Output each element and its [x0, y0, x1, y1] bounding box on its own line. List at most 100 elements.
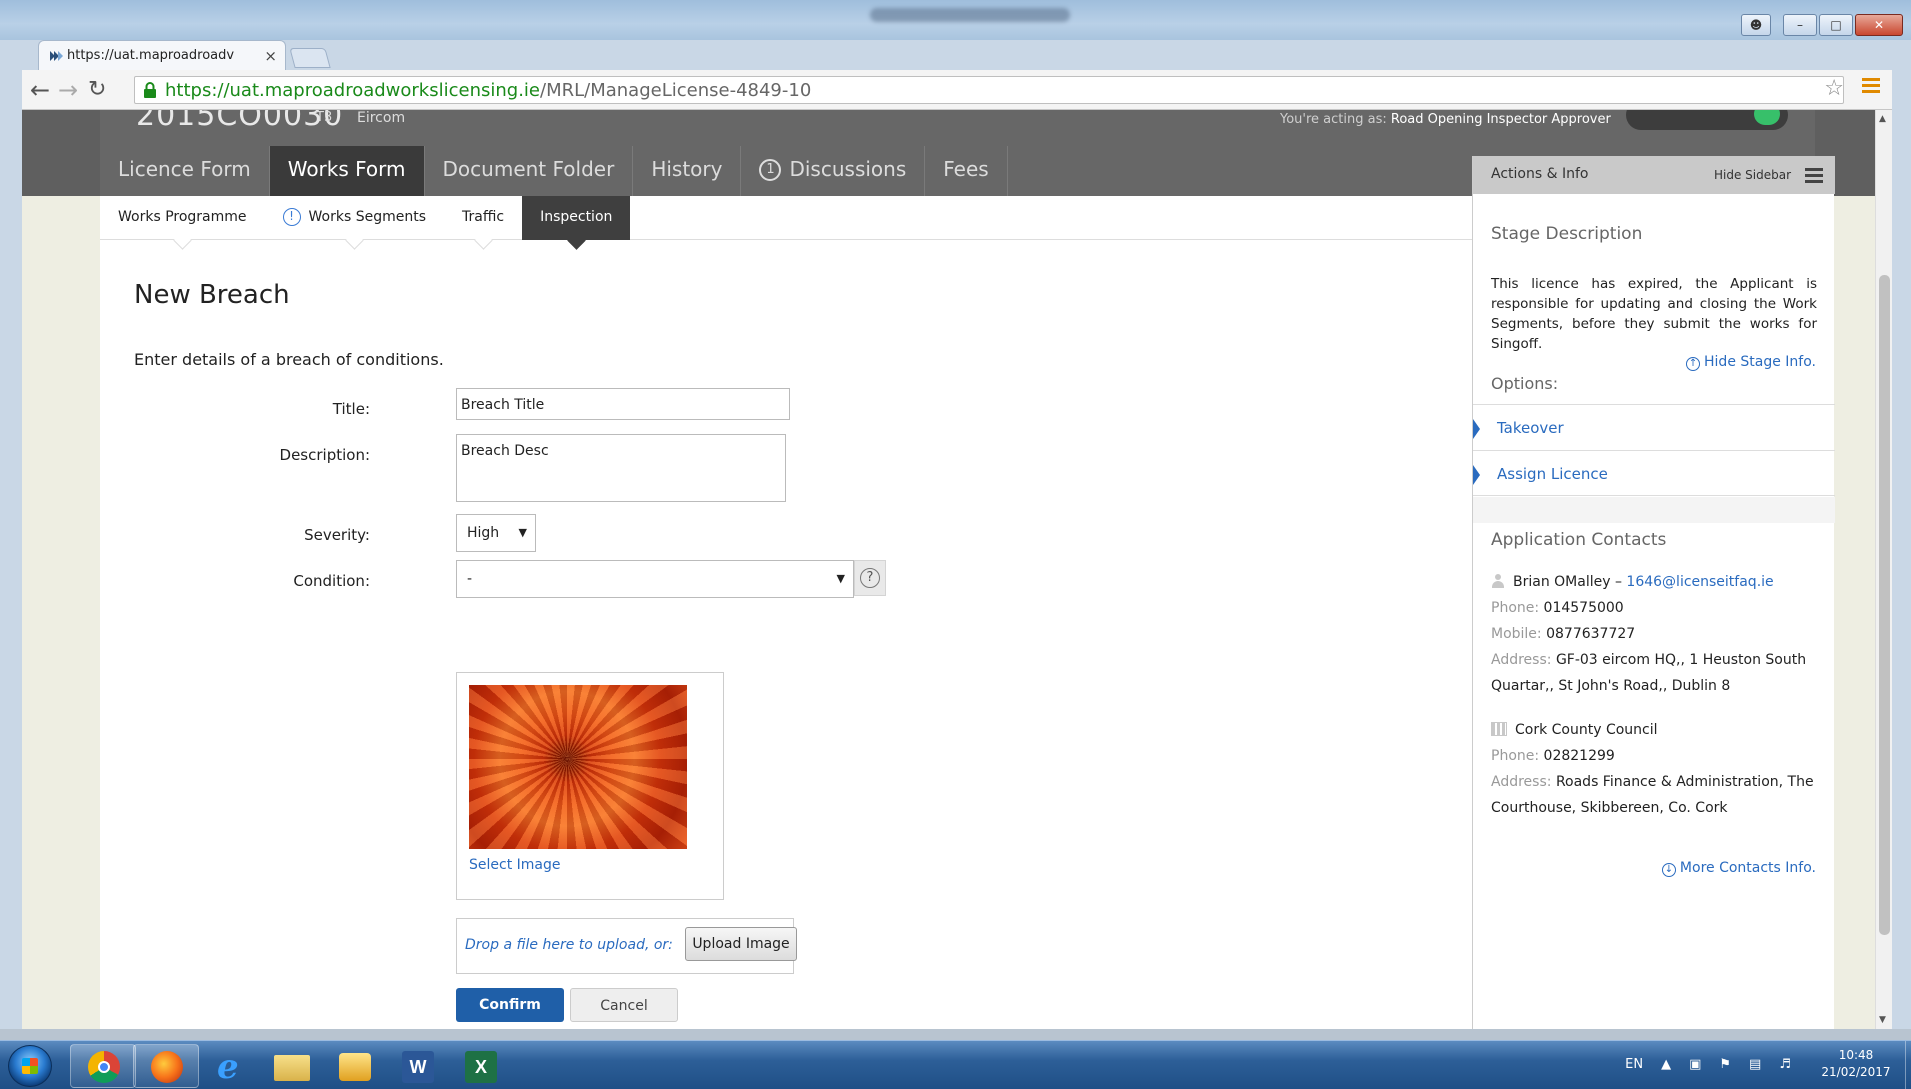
tab-works-form[interactable]: Works Form [269, 146, 425, 196]
severity-select[interactable]: High ▼ [456, 514, 536, 552]
cancel-button[interactable]: Cancel [570, 988, 678, 1022]
hide-sidebar-link[interactable]: Hide Sidebar [1714, 168, 1791, 182]
confirm-button[interactable]: Confirm [456, 988, 564, 1022]
bookmark-star-icon[interactable]: ☆ [1824, 76, 1844, 101]
licence-number: 2015CO0030 [136, 110, 344, 133]
chrome-taskbar-icon[interactable] [70, 1044, 136, 1088]
browser-tab[interactable]: https://uat.maproadroadv × [38, 40, 286, 70]
condition-help[interactable]: ? [854, 560, 886, 596]
new-tab-button[interactable] [289, 48, 331, 68]
file-drop-zone[interactable]: Drop a file here to upload, or: Upload I… [456, 918, 797, 974]
action-center-icon[interactable]: ⚑ [1719, 1057, 1731, 1072]
maximize-button[interactable]: □ [1819, 14, 1853, 36]
upload-image-button[interactable]: Upload Image [685, 927, 797, 961]
tab-close-icon[interactable]: × [264, 47, 277, 65]
select-image-link[interactable]: Select Image [469, 857, 561, 873]
os-taskbar: e W X EN ▲ ▣ ⚑ ▤ ♬ 10:48 21/02/2017 [0, 1040, 1911, 1089]
file-explorer-taskbar-icon[interactable] [259, 1044, 325, 1088]
contact1-address-row: Address: GF-03 eircom HQ,, 1 Heuston Sou… [1491, 652, 1806, 668]
condition-select[interactable]: - ▼ [456, 560, 854, 598]
internet-explorer-taskbar-icon[interactable]: e [196, 1044, 262, 1088]
chevron-down-icon: ▼ [836, 572, 845, 585]
show-desktop-button[interactable] [1905, 1041, 1911, 1089]
system-clock[interactable]: 10:48 21/02/2017 [1811, 1047, 1901, 1081]
lock-icon [144, 82, 156, 98]
start-button[interactable] [8, 1045, 52, 1087]
excel-taskbar-icon[interactable]: X [448, 1044, 514, 1088]
building-icon [1491, 722, 1507, 736]
drop-zone-text: Drop a file here to upload, or: [465, 937, 673, 953]
acting-as-text: You're acting as: Road Opening Inspector… [1280, 112, 1611, 127]
title-field[interactable]: Breach Title [456, 388, 790, 420]
subtab-traffic[interactable]: Traffic [444, 196, 522, 240]
acting-as-role: Road Opening Inspector Approver [1390, 112, 1611, 127]
subtab-works-segments[interactable]: ! Works Segments [265, 196, 445, 240]
phone-label: Phone: [1491, 600, 1540, 616]
show-hidden-icons-icon[interactable]: ▲ [1661, 1057, 1671, 1072]
title-label: Title: [332, 400, 370, 418]
user-profile-icon[interactable]: ☻ [1741, 14, 1771, 36]
language-indicator[interactable]: EN [1625, 1057, 1643, 1072]
tab-licence-form[interactable]: Licence Form [100, 146, 270, 196]
forward-arrow-icon[interactable]: → [58, 76, 78, 104]
main-nav: Licence Form Works Form Document Folder … [100, 146, 1008, 196]
address-bar[interactable]: https://uat.maproadroadworkslicensing.ie… [134, 76, 1844, 104]
browser-menu-icon[interactable] [1862, 78, 1880, 96]
volume-icon[interactable]: ♬ [1779, 1057, 1791, 1072]
browser-tab-strip: https://uat.maproadroadv × [22, 40, 1892, 70]
person-icon [1491, 574, 1505, 588]
reload-icon[interactable]: ↻ [88, 77, 106, 102]
option-takeover[interactable]: Takeover [1473, 404, 1835, 450]
firefox-taskbar-icon[interactable] [133, 1044, 199, 1088]
role-toggle[interactable] [1626, 110, 1788, 130]
contact1-name-row: Brian OMalley – 1646@licenseitfaq.ie [1491, 574, 1774, 590]
scrollbar-thumb[interactable] [1879, 275, 1890, 935]
minimize-button[interactable]: – [1783, 14, 1817, 36]
hamburger-menu-icon[interactable] [1805, 168, 1823, 186]
browser-tab-title: https://uat.maproadroadv [67, 48, 235, 63]
more-contacts-link[interactable]: ↓ More Contacts Info. [1661, 860, 1816, 877]
contact2-address-line1: Roads Finance & Administration, The [1555, 774, 1814, 790]
contact1-email-link[interactable]: 1646@licenseitfaq.ie [1626, 574, 1773, 590]
contact2-address-line2: Courthouse, Skibbereen, Co. Cork [1491, 800, 1728, 816]
contact1-mobile-row: Mobile: 0877637727 [1491, 626, 1635, 642]
subtab-works-segments-label: Works Segments [308, 209, 427, 225]
stage-description-text: This licence has expired, the Applicant … [1491, 276, 1817, 352]
subtab-inspection[interactable]: Inspection [522, 196, 631, 240]
contact2-name-row: Cork County Council [1491, 722, 1658, 738]
breach-image[interactable] [469, 685, 687, 849]
option-assign-licence[interactable]: Assign Licence [1473, 450, 1835, 496]
word-taskbar-icon[interactable]: W [385, 1044, 451, 1088]
tray-app-icon[interactable]: ▣ [1689, 1057, 1701, 1072]
acting-as-label: You're acting as: [1280, 112, 1387, 127]
scroll-up-icon[interactable]: ▲ [1879, 114, 1886, 124]
triangle-right-icon [1473, 465, 1480, 485]
page-scrollbar[interactable]: ▲ ▼ [1875, 110, 1892, 1029]
contact2-phone-row: Phone: 02821299 [1491, 748, 1615, 764]
outlook-taskbar-icon[interactable] [322, 1044, 388, 1088]
hide-stage-info-link[interactable]: ↑ Hide Stage Info. [1686, 354, 1816, 371]
form-intro: Enter details of a breach of conditions. [134, 350, 444, 369]
back-arrow-icon[interactable]: ← [30, 76, 50, 104]
tab-history[interactable]: History [633, 146, 742, 196]
site-favicon-icon [50, 51, 63, 61]
stage-code: T3 [316, 110, 333, 125]
close-window-button[interactable]: ✕ [1855, 14, 1903, 36]
tab-discussions[interactable]: 1 Discussions [741, 146, 926, 196]
network-icon[interactable]: ▤ [1749, 1057, 1761, 1072]
tab-discussions-label: Discussions [789, 157, 907, 181]
background-window-strip [0, 1029, 1911, 1040]
description-field[interactable]: Breach Desc [456, 434, 786, 502]
toggle-knob [1754, 110, 1780, 125]
contact1-name: Brian OMalley – [1513, 574, 1622, 590]
tab-document-folder[interactable]: Document Folder [425, 146, 634, 196]
application-contacts-heading: Application Contacts [1491, 530, 1667, 550]
window-controls: ☻ – □ ✕ [1741, 14, 1903, 36]
sidebar-title: Actions & Info [1491, 166, 1589, 182]
tab-fees[interactable]: Fees [925, 146, 1008, 196]
arrow-up-circle-icon: ↑ [1686, 357, 1701, 371]
subtab-works-programme[interactable]: Works Programme [100, 196, 265, 240]
contact2-name: Cork County Council [1515, 722, 1658, 738]
sidebar: Actions & Info Hide Sidebar Stage Descri… [1472, 156, 1835, 1029]
scroll-down-icon[interactable]: ▼ [1879, 1015, 1886, 1025]
